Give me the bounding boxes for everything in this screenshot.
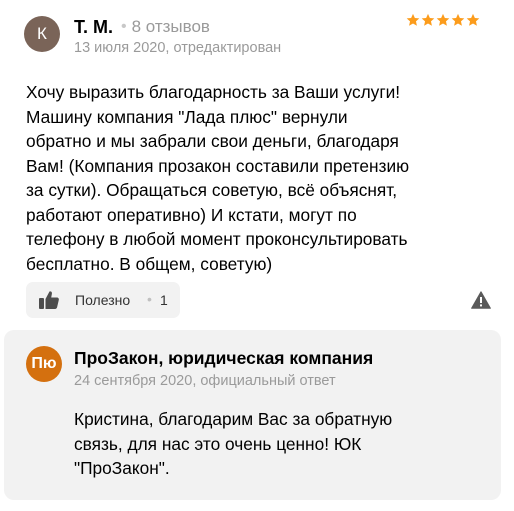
company-name[interactable]: ПроЗакон, юридическая компания [74,348,373,369]
answer-date: 24 сентября 2020, официальный ответ [74,373,336,389]
review-text-line: Машину компания "Лада плюс" вернули [26,106,348,127]
star-icon [436,13,450,27]
review-text-line: телефону в любой момент проконсультирова… [26,229,408,249]
answer-text-line: Кристина, благодарим Вас за обратную [74,409,393,429]
review-text-line: Хочу выразить благодарность за Ваши услу… [26,82,401,102]
author-name[interactable]: Т. М. [74,17,113,38]
company-logo[interactable]: Пю [26,346,62,382]
separator-dot: • [120,18,127,35]
star-icon [451,13,465,27]
avatar[interactable]: К [24,16,60,52]
warning-icon[interactable] [471,291,491,309]
star-icon [466,13,480,27]
review-text-line: за сутки). Обращаться советую, всё объяс… [26,180,398,200]
review-text-line: Вам! (Компания прозакон составили претен… [26,155,410,176]
helpful-count: 1 [160,292,168,308]
review-text-line: обратно и мы забрали свои деньги, благод… [26,131,399,151]
separator-dot: • [147,291,152,307]
review-text: Хочу выразить благодарность за Ваши услу… [26,80,496,276]
rating-stars [406,13,480,27]
review-text-line: работают оперативно) И кстати, могут по [26,204,357,225]
answer-text-line: связь, для нас это очень ценно! ЮК [74,433,362,454]
official-answer-card: Пю ПроЗакон, юридическая компания 24 сен… [4,330,501,500]
review-text-line: бесплатно. В общем, советую) [26,253,273,274]
author-line: Т. М. • 8 отзывов [74,16,210,38]
star-icon [421,13,435,27]
answer-text: Кристина, благодарим Вас за обратную свя… [74,407,484,481]
reviews-count[interactable]: 8 отзывов [132,17,210,37]
star-icon [406,13,420,27]
helpful-label: Полезно [75,292,131,308]
helpful-button[interactable]: Полезно • 1 [26,282,180,318]
review-date: 13 июля 2020, отредактирован [74,40,282,56]
answer-text-line: "ПроЗакон". [74,458,170,478]
thumbs-up-icon [38,289,60,311]
